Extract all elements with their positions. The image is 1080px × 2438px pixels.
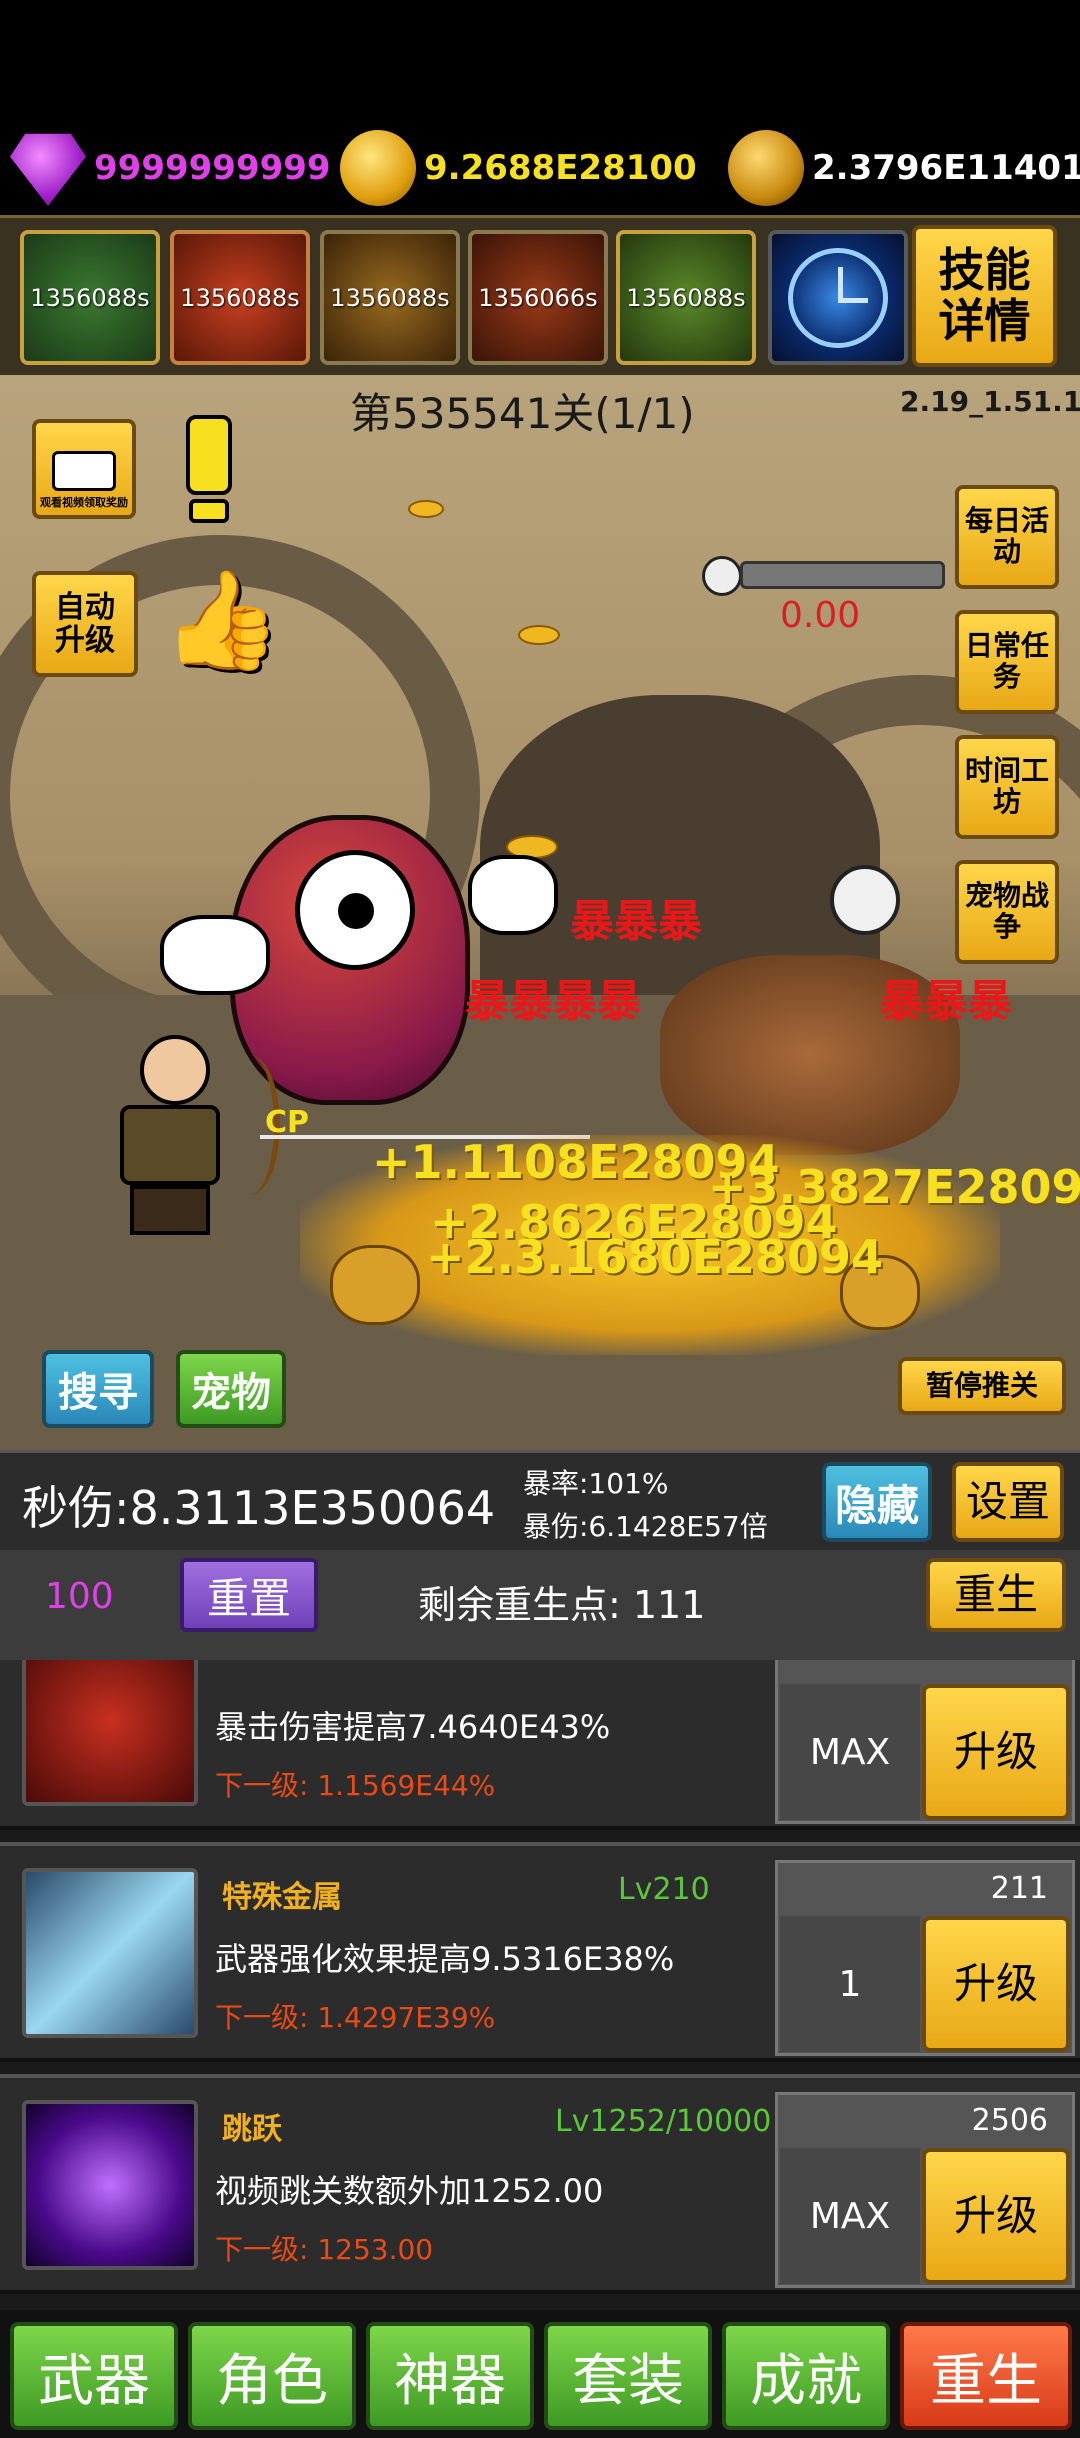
boss-hp-bar	[740, 561, 945, 589]
gold-value: 9.2688E28100	[424, 148, 697, 188]
gold-skull-drop	[330, 1245, 420, 1325]
upgrade-button[interactable]: 升级	[922, 2148, 1070, 2284]
time-workshop-button[interactable]: 时间工坊	[955, 735, 1059, 839]
rebirth-count: 100	[45, 1576, 114, 1617]
stage-label: 第535541关(1/1)	[350, 389, 695, 438]
upgrade-level: Lv210	[618, 1872, 710, 1907]
crit-damage: 暴伤:6.1428E57倍	[523, 1510, 768, 1543]
gem-counter: 9999999999	[10, 128, 331, 208]
archer-hero[interactable]	[70, 1035, 280, 1235]
skill-detail-button[interactable]: 技能详情	[912, 225, 1057, 367]
pet-war-button[interactable]: 宠物战争	[955, 860, 1059, 964]
skill-timer: 1356088s	[180, 283, 300, 312]
rebirth-points: 剩余重生点: 111	[418, 1583, 706, 1627]
boss-hp-value: 0.00	[780, 595, 861, 636]
nav-character[interactable]: 角色	[188, 2322, 356, 2430]
thumbs-up-icon[interactable]: 👍	[162, 565, 282, 675]
pause-stage-button[interactable]: 暂停推关	[898, 1357, 1066, 1415]
skill-slot-2[interactable]: 1356088s	[170, 230, 310, 365]
ghost-enemy[interactable]	[830, 865, 900, 935]
upgrade-button[interactable]: 升级	[922, 1684, 1070, 1820]
video-reward-caption: 观看视频领取奖励	[40, 495, 128, 509]
skull-icon	[702, 556, 742, 596]
upgrade-card-crit-damage: 暴击伤害提高7.4640E43% 下一级: 1.1569E44% MAX 升级	[0, 1660, 1080, 1830]
gold-counter: 9.2688E28100	[340, 128, 697, 208]
coin	[518, 625, 560, 645]
upgrade-desc: 武器强化效果提高9.5316E38%	[215, 1940, 675, 1978]
upgrade-count: 2506	[971, 2103, 1048, 2138]
upgrade-name: 特殊金属	[222, 1880, 342, 1915]
skill-timer: 1356066s	[478, 283, 598, 312]
battle-scene[interactable]: 观看视频领取奖励 自动升级 👍 每日活动 日常任务 时间工坊 宠物战争 第535…	[0, 375, 1080, 1450]
gold-gain-text: +3.3827E28094	[708, 1160, 1080, 1214]
coin	[408, 500, 444, 518]
nav-set[interactable]: 套装	[544, 2322, 712, 2430]
crit-text: 暴暴暴	[570, 896, 702, 947]
nav-artifact[interactable]: 神器	[366, 2322, 534, 2430]
nav-achievement[interactable]: 成就	[722, 2322, 890, 2430]
upgrade-list[interactable]: 暴击伤害提高7.4640E43% 下一级: 1.1569E44% MAX 升级 …	[0, 1660, 1080, 2310]
video-camera-icon	[52, 450, 116, 491]
reset-button[interactable]: 重置	[180, 1558, 318, 1632]
crit-rate: 暴率:101%	[523, 1467, 669, 1500]
exclamation-icon	[186, 415, 232, 525]
skill-slot-1[interactable]: 1356088s	[20, 230, 160, 365]
search-button[interactable]: 搜寻	[42, 1350, 154, 1428]
daily-event-button[interactable]: 每日活动	[955, 485, 1059, 589]
nav-rebirth[interactable]: 重生	[900, 2322, 1072, 2430]
upgrade-amount[interactable]: 1	[780, 1916, 920, 2052]
skill-slot-5[interactable]: 1356088s	[616, 230, 756, 365]
dynamite-icon	[22, 1660, 198, 1806]
skill-slot-3[interactable]: 1356088s	[320, 230, 460, 365]
skull-value: 2.3796E11401	[812, 148, 1080, 188]
clock-skill-slot[interactable]	[768, 230, 908, 365]
monster-hand	[160, 915, 270, 995]
clock-icon	[788, 247, 888, 348]
skill-timer: 1356088s	[626, 283, 746, 312]
upgrade-desc: 视频跳关数额外加1252.00	[215, 2172, 604, 2210]
auto-upgrade-button[interactable]: 自动升级	[32, 571, 138, 677]
skill-timer: 1356088s	[30, 283, 150, 312]
skull-counter: 2.3796E11401	[728, 128, 1080, 208]
upgrade-name: 跳跃	[222, 2112, 282, 2147]
upgrade-desc: 暴击伤害提高7.4640E43%	[215, 1708, 611, 1746]
hide-button[interactable]: 隐藏	[822, 1462, 932, 1542]
crit-text: 暴暴暴	[880, 976, 1012, 1027]
daily-task-button[interactable]: 日常任务	[955, 610, 1059, 714]
upgrade-next: 下一级: 1253.00	[215, 2233, 434, 2266]
upgrade-level: Lv1252/10000	[555, 2104, 772, 2139]
crit-text: 暴暴暴暴	[465, 976, 641, 1027]
nav-weapon[interactable]: 武器	[10, 2322, 178, 2430]
version-label: 2.19_1.51.1	[900, 385, 1080, 418]
lightning-arrow-icon	[22, 2100, 198, 2270]
rebirth-button[interactable]: 重生	[926, 1558, 1066, 1632]
upgrade-card-special-metal: 特殊金属 Lv210 武器强化效果提高9.5316E38% 下一级: 1.429…	[0, 1842, 1080, 2062]
monster-hand	[468, 855, 558, 935]
skill-timer: 1356088s	[330, 283, 450, 312]
gem-value: 9999999999	[94, 148, 331, 188]
upgrade-card-jump: 跳跃 Lv1252/10000 视频跳关数额外加1252.00 下一级: 125…	[0, 2074, 1080, 2294]
upgrade-amount: MAX	[780, 2148, 920, 2284]
upgrade-count: 211	[990, 1871, 1048, 1906]
gold-coin-icon	[340, 130, 416, 206]
dps-value: 秒伤:8.3113E350064	[22, 1481, 496, 1535]
skill-slot-4[interactable]: 1356066s	[468, 230, 608, 365]
upgrade-next: 下一级: 1.4297E39%	[215, 2001, 496, 2034]
gold-gain-text: +2.3.1680E28094	[426, 1230, 883, 1284]
upgrade-next: 下一级: 1.1569E44%	[215, 1769, 496, 1802]
video-reward-button[interactable]: 观看视频领取奖励	[32, 419, 136, 519]
gem-icon	[10, 133, 86, 206]
gold-skull-icon	[728, 130, 804, 206]
upgrade-button[interactable]: 升级	[922, 1916, 1070, 2052]
upgrade-amount: MAX	[780, 1684, 920, 1820]
metal-icon	[22, 1868, 198, 2038]
pet-button[interactable]: 宠物	[176, 1350, 286, 1428]
settings-button[interactable]: 设置	[952, 1462, 1064, 1542]
